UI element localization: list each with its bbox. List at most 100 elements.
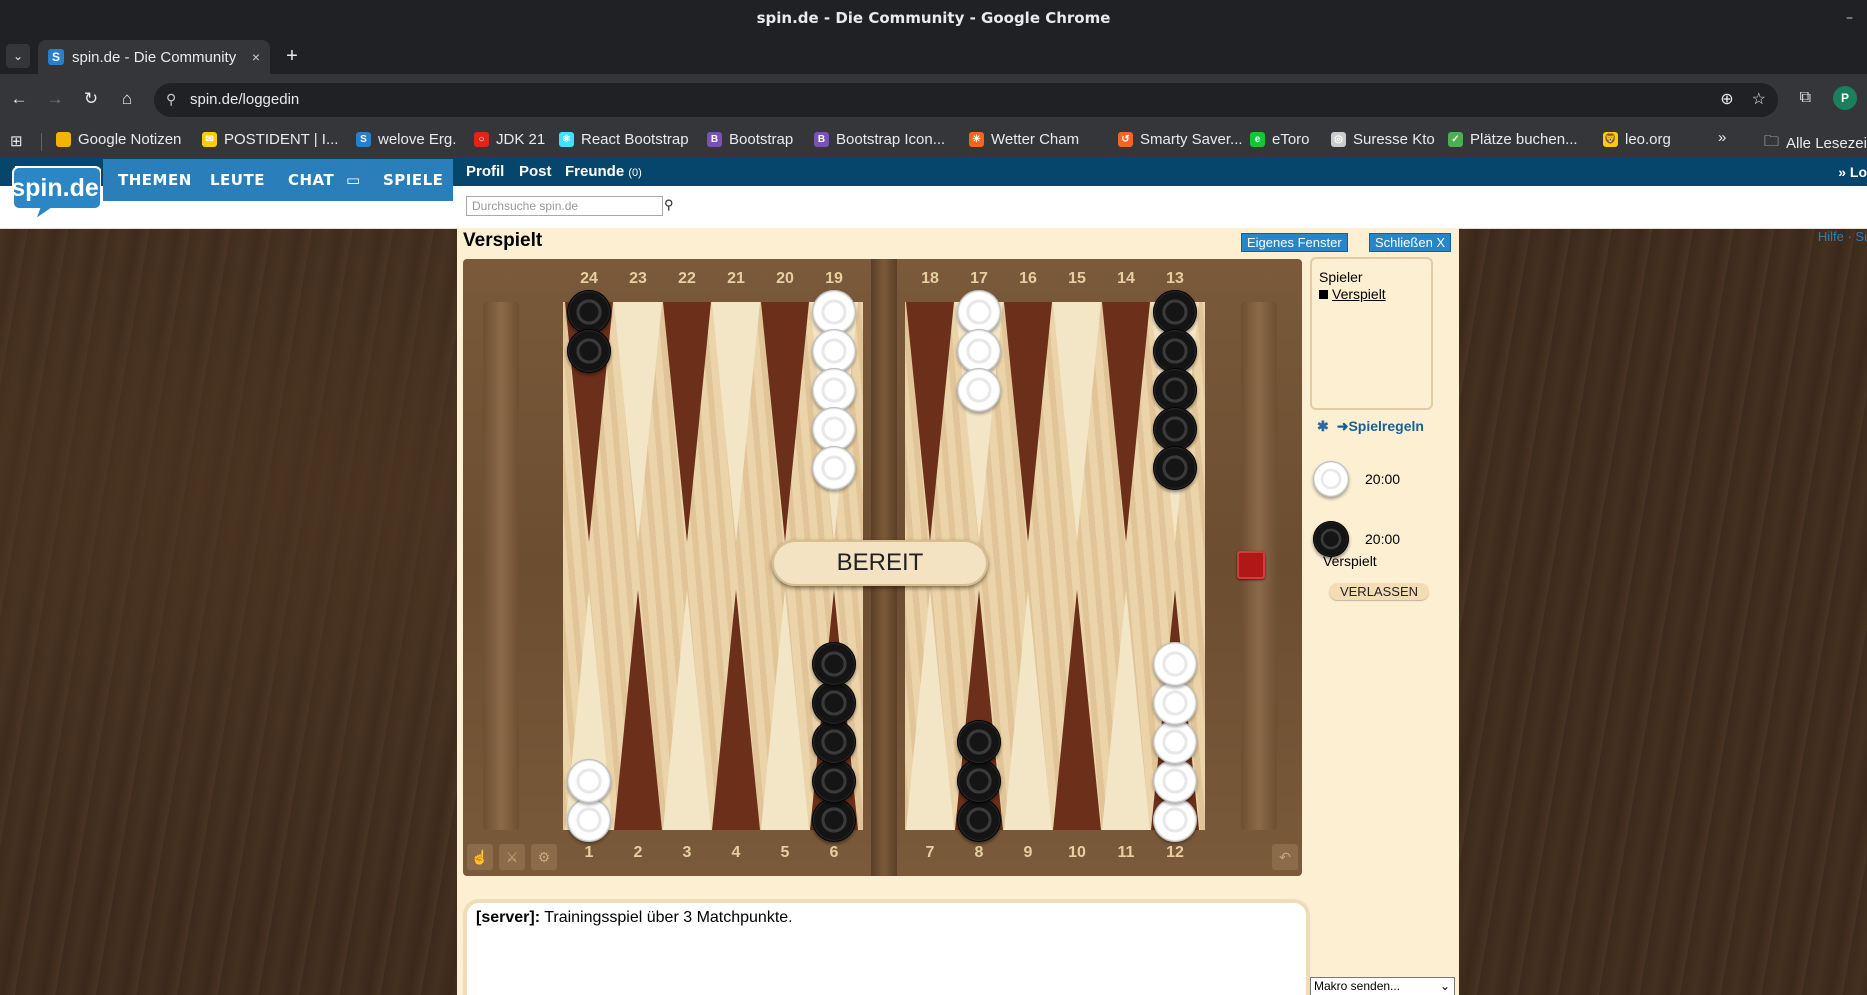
minimize-button[interactable]: – <box>1846 10 1853 26</box>
reload-button[interactable]: ↻ <box>80 88 102 110</box>
tab-search-button[interactable]: ⌄ <box>6 44 30 68</box>
ready-banner[interactable]: BEREIT <box>772 540 988 586</box>
bookmark-item[interactable]: ✉ POSTIDENT | I... <box>202 131 338 148</box>
black-checker[interactable] <box>1153 368 1197 412</box>
bookmark-item[interactable]: ○ JDK 21 <box>474 131 545 148</box>
point-21[interactable] <box>712 302 760 542</box>
bookmark-item[interactable]: 🦁 leo.org <box>1603 131 1671 148</box>
bookmark-item[interactable]: ⚛ React Bootstrap <box>559 131 689 148</box>
black-checker[interactable] <box>957 720 1001 764</box>
black-checker[interactable] <box>1153 329 1197 373</box>
black-checker[interactable] <box>1153 407 1197 451</box>
point-11[interactable] <box>1102 590 1150 830</box>
new-tab-button[interactable]: + <box>280 44 304 68</box>
profile-avatar[interactable]: P <box>1833 86 1857 110</box>
close-tab-icon[interactable]: × <box>252 49 260 65</box>
white-checker[interactable] <box>812 368 856 412</box>
point-7[interactable] <box>906 590 954 830</box>
white-checker[interactable] <box>1153 720 1197 764</box>
search-icon[interactable]: ⚲ <box>664 197 674 213</box>
nav-themen[interactable]: THEMEN <box>118 171 192 189</box>
bookmark-star-icon[interactable]: ☆ <box>1752 89 1766 109</box>
white-checker[interactable] <box>812 329 856 373</box>
close-game-button[interactable]: Schließen X <box>1369 233 1452 252</box>
black-checker[interactable] <box>812 681 856 725</box>
nav-post[interactable]: Post <box>519 163 552 180</box>
own-window-button[interactable]: Eigenes Fenster <box>1241 233 1348 252</box>
forward-button[interactable]: → <box>44 88 66 110</box>
black-checker[interactable] <box>957 759 1001 803</box>
bookmark-item[interactable]: B Bootstrap <box>707 131 793 148</box>
site-info-icon[interactable]: ⚲ <box>166 91 176 108</box>
black-checker[interactable] <box>812 759 856 803</box>
home-button[interactable]: ⌂ <box>116 88 138 110</box>
bookmark-item[interactable]: Swelove Erg. <box>356 131 456 148</box>
nav-freunde[interactable]: Freunde (0) <box>565 163 642 180</box>
black-checker[interactable] <box>812 642 856 686</box>
back-button[interactable]: ← <box>8 88 30 110</box>
settings-icon[interactable]: ⚙ <box>531 844 557 870</box>
white-checker[interactable] <box>812 446 856 490</box>
black-checker[interactable] <box>567 290 611 334</box>
login-link[interactable]: » Lo <box>1838 164 1867 180</box>
bookmark-item[interactable]: ☀ Wetter Cham <box>969 131 1079 148</box>
point-15[interactable] <box>1053 302 1101 542</box>
nav-chat[interactable]: CHAT ▭ <box>288 171 361 189</box>
white-checker[interactable] <box>812 290 856 334</box>
white-checker[interactable] <box>1153 681 1197 725</box>
player-link[interactable]: Verspielt <box>1319 286 1386 302</box>
address-bar[interactable]: ⚲ spin.de/loggedin ⊕ ☆ <box>154 83 1778 117</box>
bookmark-item[interactable]: B Bootstrap Icon... <box>814 131 945 148</box>
hand-icon[interactable]: ☝ <box>467 844 493 870</box>
black-checker[interactable] <box>1153 290 1197 334</box>
swords-icon[interactable]: ⚔ <box>499 844 525 870</box>
white-checker[interactable] <box>567 759 611 803</box>
undo-icon[interactable]: ↶ <box>1272 844 1298 870</box>
leave-button[interactable]: VERLASSEN <box>1329 583 1429 600</box>
bookmarks-overflow-icon[interactable]: » <box>1718 129 1726 146</box>
point-3[interactable] <box>663 590 711 830</box>
nav-profil[interactable]: Profil <box>466 163 504 180</box>
point-9[interactable] <box>1004 590 1052 830</box>
macro-select[interactable]: Makro senden... ⌄ <box>1310 977 1455 995</box>
point-22[interactable] <box>663 302 711 542</box>
bookmark-item[interactable]: Google Notizen <box>56 131 181 148</box>
point-2[interactable] <box>614 590 662 830</box>
black-checker[interactable] <box>812 720 856 764</box>
bookmark-item[interactable]: e eToro <box>1250 131 1310 148</box>
black-checker[interactable] <box>1153 446 1197 490</box>
search-input[interactable]: Durchsuche spin.de <box>466 196 663 216</box>
zoom-icon[interactable]: ⊕ <box>1720 89 1733 109</box>
rules-link[interactable]: ✱ ➜Spielregeln <box>1317 418 1424 435</box>
white-checker[interactable] <box>1153 759 1197 803</box>
point-18[interactable] <box>906 302 954 542</box>
point-20[interactable] <box>761 302 809 542</box>
url-text[interactable]: spin.de/loggedin <box>190 91 299 108</box>
bookmark-item[interactable]: ↺ Smarty Saver... <box>1118 131 1243 148</box>
tab-spin[interactable]: S spin.de - Die Community × <box>38 40 270 74</box>
point-4[interactable] <box>712 590 760 830</box>
black-checker[interactable] <box>957 798 1001 842</box>
nav-leute[interactable]: LEUTE <box>210 171 265 189</box>
point-16[interactable] <box>1004 302 1052 542</box>
white-checker[interactable] <box>957 290 1001 334</box>
apps-grid-icon[interactable]: ⊞ <box>10 132 23 150</box>
white-checker[interactable] <box>957 329 1001 373</box>
black-checker[interactable] <box>567 329 611 373</box>
white-checker[interactable] <box>567 798 611 842</box>
bookmark-item[interactable]: ✓ Plätze buchen... <box>1448 131 1578 148</box>
white-checker[interactable] <box>812 407 856 451</box>
all-bookmarks[interactable]: 🗀 Alle Lesezeichen <box>1764 131 1867 156</box>
spin-logo[interactable]: spin.de <box>9 163 101 221</box>
point-5[interactable] <box>761 590 809 830</box>
point-23[interactable] <box>614 302 662 542</box>
doubling-cube[interactable] <box>1237 551 1265 579</box>
white-checker[interactable] <box>1153 642 1197 686</box>
white-checker[interactable] <box>1153 798 1197 842</box>
white-checker[interactable] <box>957 368 1001 412</box>
nav-spiele[interactable]: SPIELE <box>383 171 443 189</box>
bookmark-item[interactable]: ◎ Suresse Kto <box>1331 131 1435 148</box>
backgammon-board[interactable]: ☝ ⚔ ⚙ ↶ 24 23 22 21 20 19 18 17 16 15 14 13 1 2 3 4 5 6 7 8… <box>463 259 1302 876</box>
point-14[interactable] <box>1102 302 1150 542</box>
help-links[interactable]: Hilfe · Si <box>1818 229 1867 244</box>
